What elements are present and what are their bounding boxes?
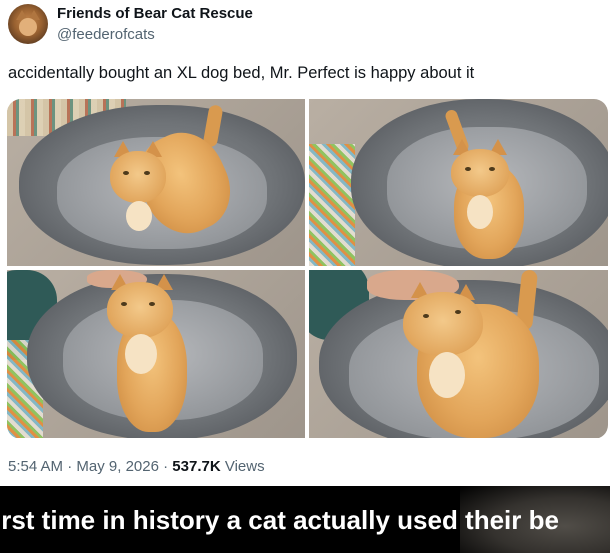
cat-head (110, 151, 166, 203)
avatar-cat-face (19, 18, 37, 36)
cat-eye (489, 167, 495, 171)
media-photo-4[interactable] (309, 270, 608, 438)
cat (99, 272, 199, 436)
media-photo-1[interactable] (7, 99, 305, 266)
media-photo-2[interactable] (309, 99, 608, 266)
meme-caption-text: irst time in history a cat actually used… (0, 505, 559, 535)
cat-eye (423, 314, 429, 318)
tweet-meta: 5:54 AM · May 9, 2026 · 537.7K Views (8, 458, 265, 475)
views-count[interactable]: 537.7K (172, 458, 220, 475)
cat-chest (429, 352, 465, 398)
author-handle[interactable]: @feederofcats (57, 26, 155, 43)
media-photo-3[interactable] (7, 270, 305, 438)
cat-eye (123, 171, 129, 175)
views-label: Views (224, 458, 265, 475)
cat (395, 270, 555, 438)
cat-eye (121, 302, 127, 306)
author-avatar[interactable] (8, 4, 48, 44)
cat (102, 104, 245, 255)
tweet-card: Friends of Bear Cat Rescue @feederofcats… (0, 0, 610, 486)
tweet-date[interactable]: May 9, 2026 (76, 458, 159, 475)
meta-separator: · (67, 458, 73, 475)
cat-chest (125, 334, 157, 374)
author-display-name[interactable]: Friends of Bear Cat Rescue (57, 5, 253, 22)
cat-eye (144, 171, 150, 175)
toy-basket (309, 144, 355, 266)
tweet-time[interactable]: 5:54 AM (8, 458, 63, 475)
cat-head (107, 282, 173, 338)
cat-eye (149, 302, 155, 306)
media-grid (7, 99, 608, 439)
cat (429, 108, 539, 264)
cat-head (451, 149, 509, 197)
cat-chest (126, 201, 152, 231)
meta-separator: · (163, 458, 169, 475)
cat-head (403, 292, 483, 356)
tweet-text: accidentally bought an XL dog bed, Mr. P… (8, 64, 475, 82)
cat-eye (455, 310, 461, 314)
cat-eye (465, 167, 471, 171)
meme-caption-bar: irst time in history a cat actually used… (0, 486, 610, 553)
cat-chest (467, 195, 493, 229)
